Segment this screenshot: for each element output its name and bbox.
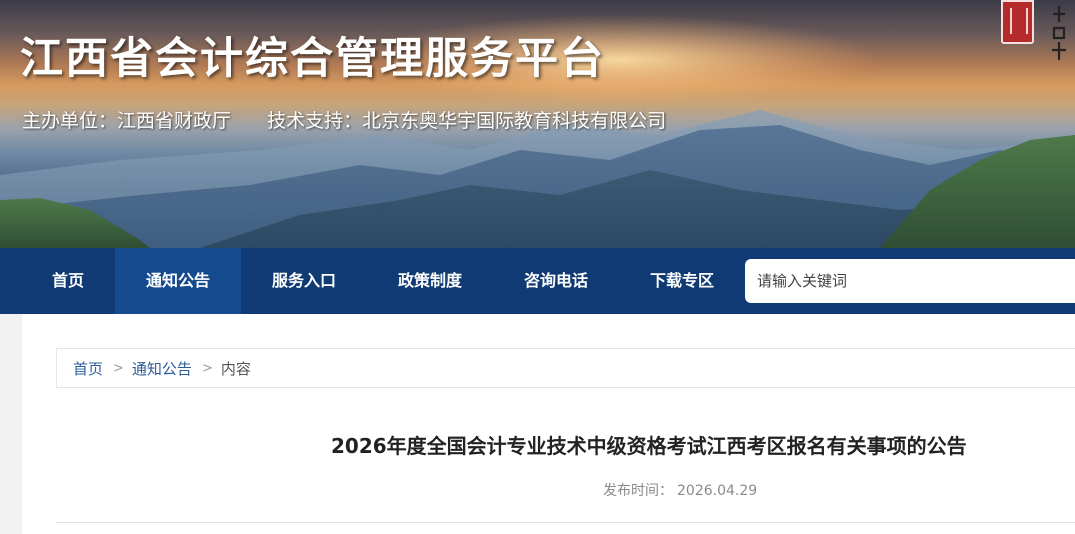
publish-date-value: 2026.04.29 <box>677 483 758 499</box>
red-seal-logo <box>1001 0 1034 44</box>
nav-item-notices[interactable]: 通知公告 <box>115 248 241 314</box>
main-nav: 首页 通知公告 服务入口 政策制度 咨询电话 下载专区 <box>0 248 1075 314</box>
divider <box>56 522 1075 523</box>
nav-item-policies[interactable]: 政策制度 <box>367 248 493 314</box>
nav-item-hotline[interactable]: 咨询电话 <box>493 248 619 314</box>
calligraphy-logo <box>1052 6 1066 60</box>
breadcrumb-current: 内容 <box>220 359 251 378</box>
nav-item-services[interactable]: 服务入口 <box>241 248 367 314</box>
site-title: 江西省会计综合管理服务平台 <box>20 34 605 84</box>
organizer-text: 主办单位：江西省财政厅 <box>22 110 232 132</box>
content-panel: 首页 > 通知公告 > 内容 2026年度全国会计专业技术中级资格考试江西考区报… <box>22 314 1075 534</box>
search-input[interactable] <box>745 259 1075 303</box>
breadcrumb-separator: > <box>201 360 213 376</box>
publish-date: 发布时间： 2026.04.29 <box>603 480 757 500</box>
article-title: 2026年度全国会计专业技术中级资格考试江西考区报名有关事项的公告 <box>331 434 967 458</box>
nav-item-home[interactable]: 首页 <box>16 248 120 314</box>
publish-date-label: 发布时间： <box>603 483 673 499</box>
tech-support-text: 技术支持：北京东奥华宇国际教育科技有限公司 <box>267 110 667 132</box>
breadcrumb: 首页 > 通知公告 > 内容 <box>56 348 1075 388</box>
nav-item-downloads[interactable]: 下载专区 <box>619 248 745 314</box>
header-banner: 江西省会计综合管理服务平台 主办单位：江西省财政厅 技术支持：北京东奥华宇国际教… <box>0 0 1075 248</box>
breadcrumb-section-link[interactable]: 通知公告 <box>132 358 192 379</box>
site-subtitle: 主办单位：江西省财政厅 技术支持：北京东奥华宇国际教育科技有限公司 <box>22 106 696 133</box>
breadcrumb-home-link[interactable]: 首页 <box>73 358 103 379</box>
breadcrumb-separator: > <box>113 360 124 376</box>
